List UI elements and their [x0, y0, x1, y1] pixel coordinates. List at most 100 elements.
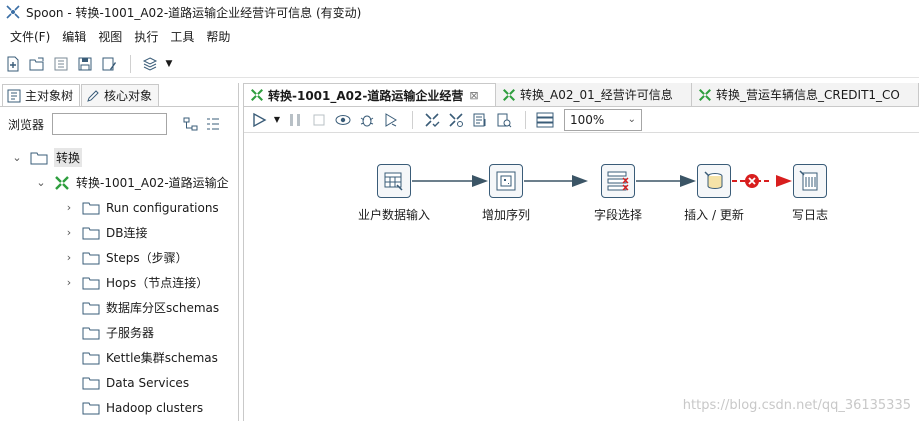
- folder-icon: [30, 152, 48, 164]
- step-add-sequence[interactable]: [489, 164, 523, 198]
- chevron-down-icon[interactable]: ▼: [272, 109, 282, 131]
- browser-search-input[interactable]: [52, 113, 168, 135]
- tab-label: 转换_A02_01_经营许可信息: [520, 88, 673, 102]
- tree-item-transformation[interactable]: ⌄ 转换-1001_A02-道路运输企: [0, 170, 239, 195]
- hop-arrow[interactable]: [412, 175, 488, 187]
- tree-item-label: 子服务器: [106, 326, 155, 340]
- chevron-down-icon[interactable]: ▼: [163, 53, 175, 75]
- error-handling-icon[interactable]: [744, 173, 760, 189]
- replay-icon[interactable]: [380, 109, 402, 131]
- show-results-icon[interactable]: [534, 109, 556, 131]
- watermark: https://blog.csdn.net/qq_36135335: [682, 398, 911, 413]
- zoom-value: 100%: [570, 112, 605, 127]
- chevron-down-icon[interactable]: ⌄: [10, 151, 24, 164]
- chevron-right-icon[interactable]: ›: [62, 201, 76, 214]
- transformation-canvas[interactable]: 业户数据输入 增加序列 字段选择 插入 / 更新 写日志: [244, 133, 919, 421]
- tree-item-db-connections[interactable]: › DB连接: [0, 220, 239, 245]
- tree-item-label: Hadoop clusters: [106, 400, 204, 415]
- transformation-icon: [699, 88, 711, 101]
- browser-label: 浏览器: [8, 117, 45, 132]
- step-write-log[interactable]: [793, 164, 827, 198]
- tree-item-hadoop-clusters[interactable]: Hadoop clusters: [0, 395, 239, 420]
- main-toolbar: ▼: [0, 50, 919, 78]
- tree-item-label: 转换: [54, 148, 83, 167]
- expand-tree-icon[interactable]: [205, 116, 221, 132]
- tab-transformation-1001[interactable]: 转换-1001_A02-道路运输企业经营 ⊠: [244, 83, 496, 106]
- toolbar-separator: [525, 110, 526, 129]
- preview-icon[interactable]: [332, 109, 354, 131]
- folder-icon: [82, 277, 100, 289]
- tab-main-tree[interactable]: 主对象树: [2, 84, 81, 106]
- tree-item-run-configurations[interactable]: › Run configurations: [0, 195, 239, 220]
- hop-arrow[interactable]: [636, 175, 696, 187]
- step-label: 业户数据输入: [357, 208, 431, 222]
- impact-analysis-icon[interactable]: [445, 109, 467, 131]
- tree-item-steps[interactable]: › Steps（步骤）: [0, 245, 239, 270]
- new-file-icon[interactable]: [2, 53, 24, 75]
- tab-main-tree-label: 主对象树: [25, 89, 74, 103]
- debug-icon[interactable]: [356, 109, 378, 131]
- explore-repository-icon[interactable]: [50, 53, 72, 75]
- perspective-layers-icon[interactable]: [139, 53, 161, 75]
- verify-icon[interactable]: [421, 109, 443, 131]
- save-as-icon[interactable]: [98, 53, 120, 75]
- step-label: 插入 / 更新: [684, 208, 744, 222]
- tree-item-label: Hops（节点连接）: [106, 276, 209, 290]
- chevron-right-icon[interactable]: ›: [62, 251, 76, 264]
- error-hop-arrow[interactable]: [732, 175, 792, 187]
- zoom-select[interactable]: 100% ⌄: [564, 108, 642, 131]
- menu-tools[interactable]: 工具: [164, 28, 200, 45]
- tree-icon: [7, 89, 21, 102]
- menu-edit[interactable]: 编辑: [56, 28, 92, 45]
- tree-item-label: Steps（步骤）: [106, 251, 188, 265]
- tree-item-transformations[interactable]: ⌄ 转换: [0, 145, 239, 170]
- chevron-down-icon[interactable]: ⌄: [34, 176, 48, 189]
- step-label: 增加序列: [481, 208, 531, 222]
- tab-transformation-vehicles[interactable]: 转换_营运车辆信息_CREDIT1_CO: [692, 83, 919, 106]
- tree-item-data-services[interactable]: Data Services: [0, 370, 239, 395]
- chevron-right-icon[interactable]: ›: [62, 226, 76, 239]
- editor-tabs: 转换-1001_A02-道路运输企业经营 ⊠ 转换_A02_01_经营许可信息 …: [244, 83, 919, 107]
- tab-transformation-a02-01[interactable]: 转换_A02_01_经营许可信息: [496, 83, 692, 106]
- browser-search-row: 浏览器: [0, 107, 238, 141]
- collapse-tree-icon[interactable]: [183, 116, 199, 132]
- folder-icon: [82, 352, 100, 364]
- step-table-input[interactable]: [377, 164, 411, 198]
- left-panel: 主对象树 核心对象 浏览器 ⌄ 转换 ⌄ 转换-1001_A02-道路运输企 ›…: [0, 83, 239, 421]
- tree-item-label: 数据库分区schemas: [106, 301, 220, 315]
- folder-icon: [82, 302, 100, 314]
- menu-run[interactable]: 执行: [128, 28, 164, 45]
- step-label: 字段选择: [593, 208, 643, 222]
- folder-icon: [82, 377, 100, 389]
- step-insert-update[interactable]: [697, 164, 731, 198]
- save-icon[interactable]: [74, 53, 96, 75]
- window-title: Spoon - 转换-1001_A02-道路运输企业经营许可信息 (有变动): [26, 5, 362, 20]
- explore-db-icon[interactable]: [493, 109, 515, 131]
- menu-view[interactable]: 视图: [92, 28, 128, 45]
- run-icon[interactable]: [248, 109, 270, 131]
- left-panel-tabs: 主对象树 核心对象: [0, 83, 238, 107]
- menu-file[interactable]: 文件(F): [4, 28, 56, 45]
- step-select-values[interactable]: [601, 164, 635, 198]
- tree-item-slave-servers[interactable]: 子服务器: [0, 320, 239, 345]
- tree-item-partition-schemas[interactable]: 数据库分区schemas: [0, 295, 239, 320]
- pause-icon[interactable]: [284, 109, 306, 131]
- object-tree: ⌄ 转换 ⌄ 转换-1001_A02-道路运输企 › Run configura…: [0, 145, 239, 420]
- add-sequence-icon: [496, 171, 516, 191]
- tree-item-hops[interactable]: › Hops（节点连接）: [0, 270, 239, 295]
- chevron-down-icon: ⌄: [627, 114, 636, 125]
- folder-icon: [82, 227, 100, 239]
- sql-icon[interactable]: [469, 109, 491, 131]
- chevron-right-icon[interactable]: ›: [62, 276, 76, 289]
- close-icon[interactable]: ⊠: [469, 89, 478, 102]
- tab-core-objects-label: 核心对象: [104, 89, 153, 103]
- tab-core-objects[interactable]: 核心对象: [81, 84, 160, 106]
- stop-icon[interactable]: [308, 109, 330, 131]
- hop-arrow[interactable]: [524, 175, 588, 187]
- menu-help[interactable]: 帮助: [200, 28, 236, 45]
- folder-icon: [82, 402, 100, 414]
- tree-item-cluster-schemas[interactable]: Kettle集群schemas: [0, 345, 239, 370]
- open-folder-icon[interactable]: [26, 53, 48, 75]
- tree-item-label: DB连接: [106, 226, 148, 240]
- tab-label: 转换-1001_A02-道路运输企业经营: [268, 88, 464, 103]
